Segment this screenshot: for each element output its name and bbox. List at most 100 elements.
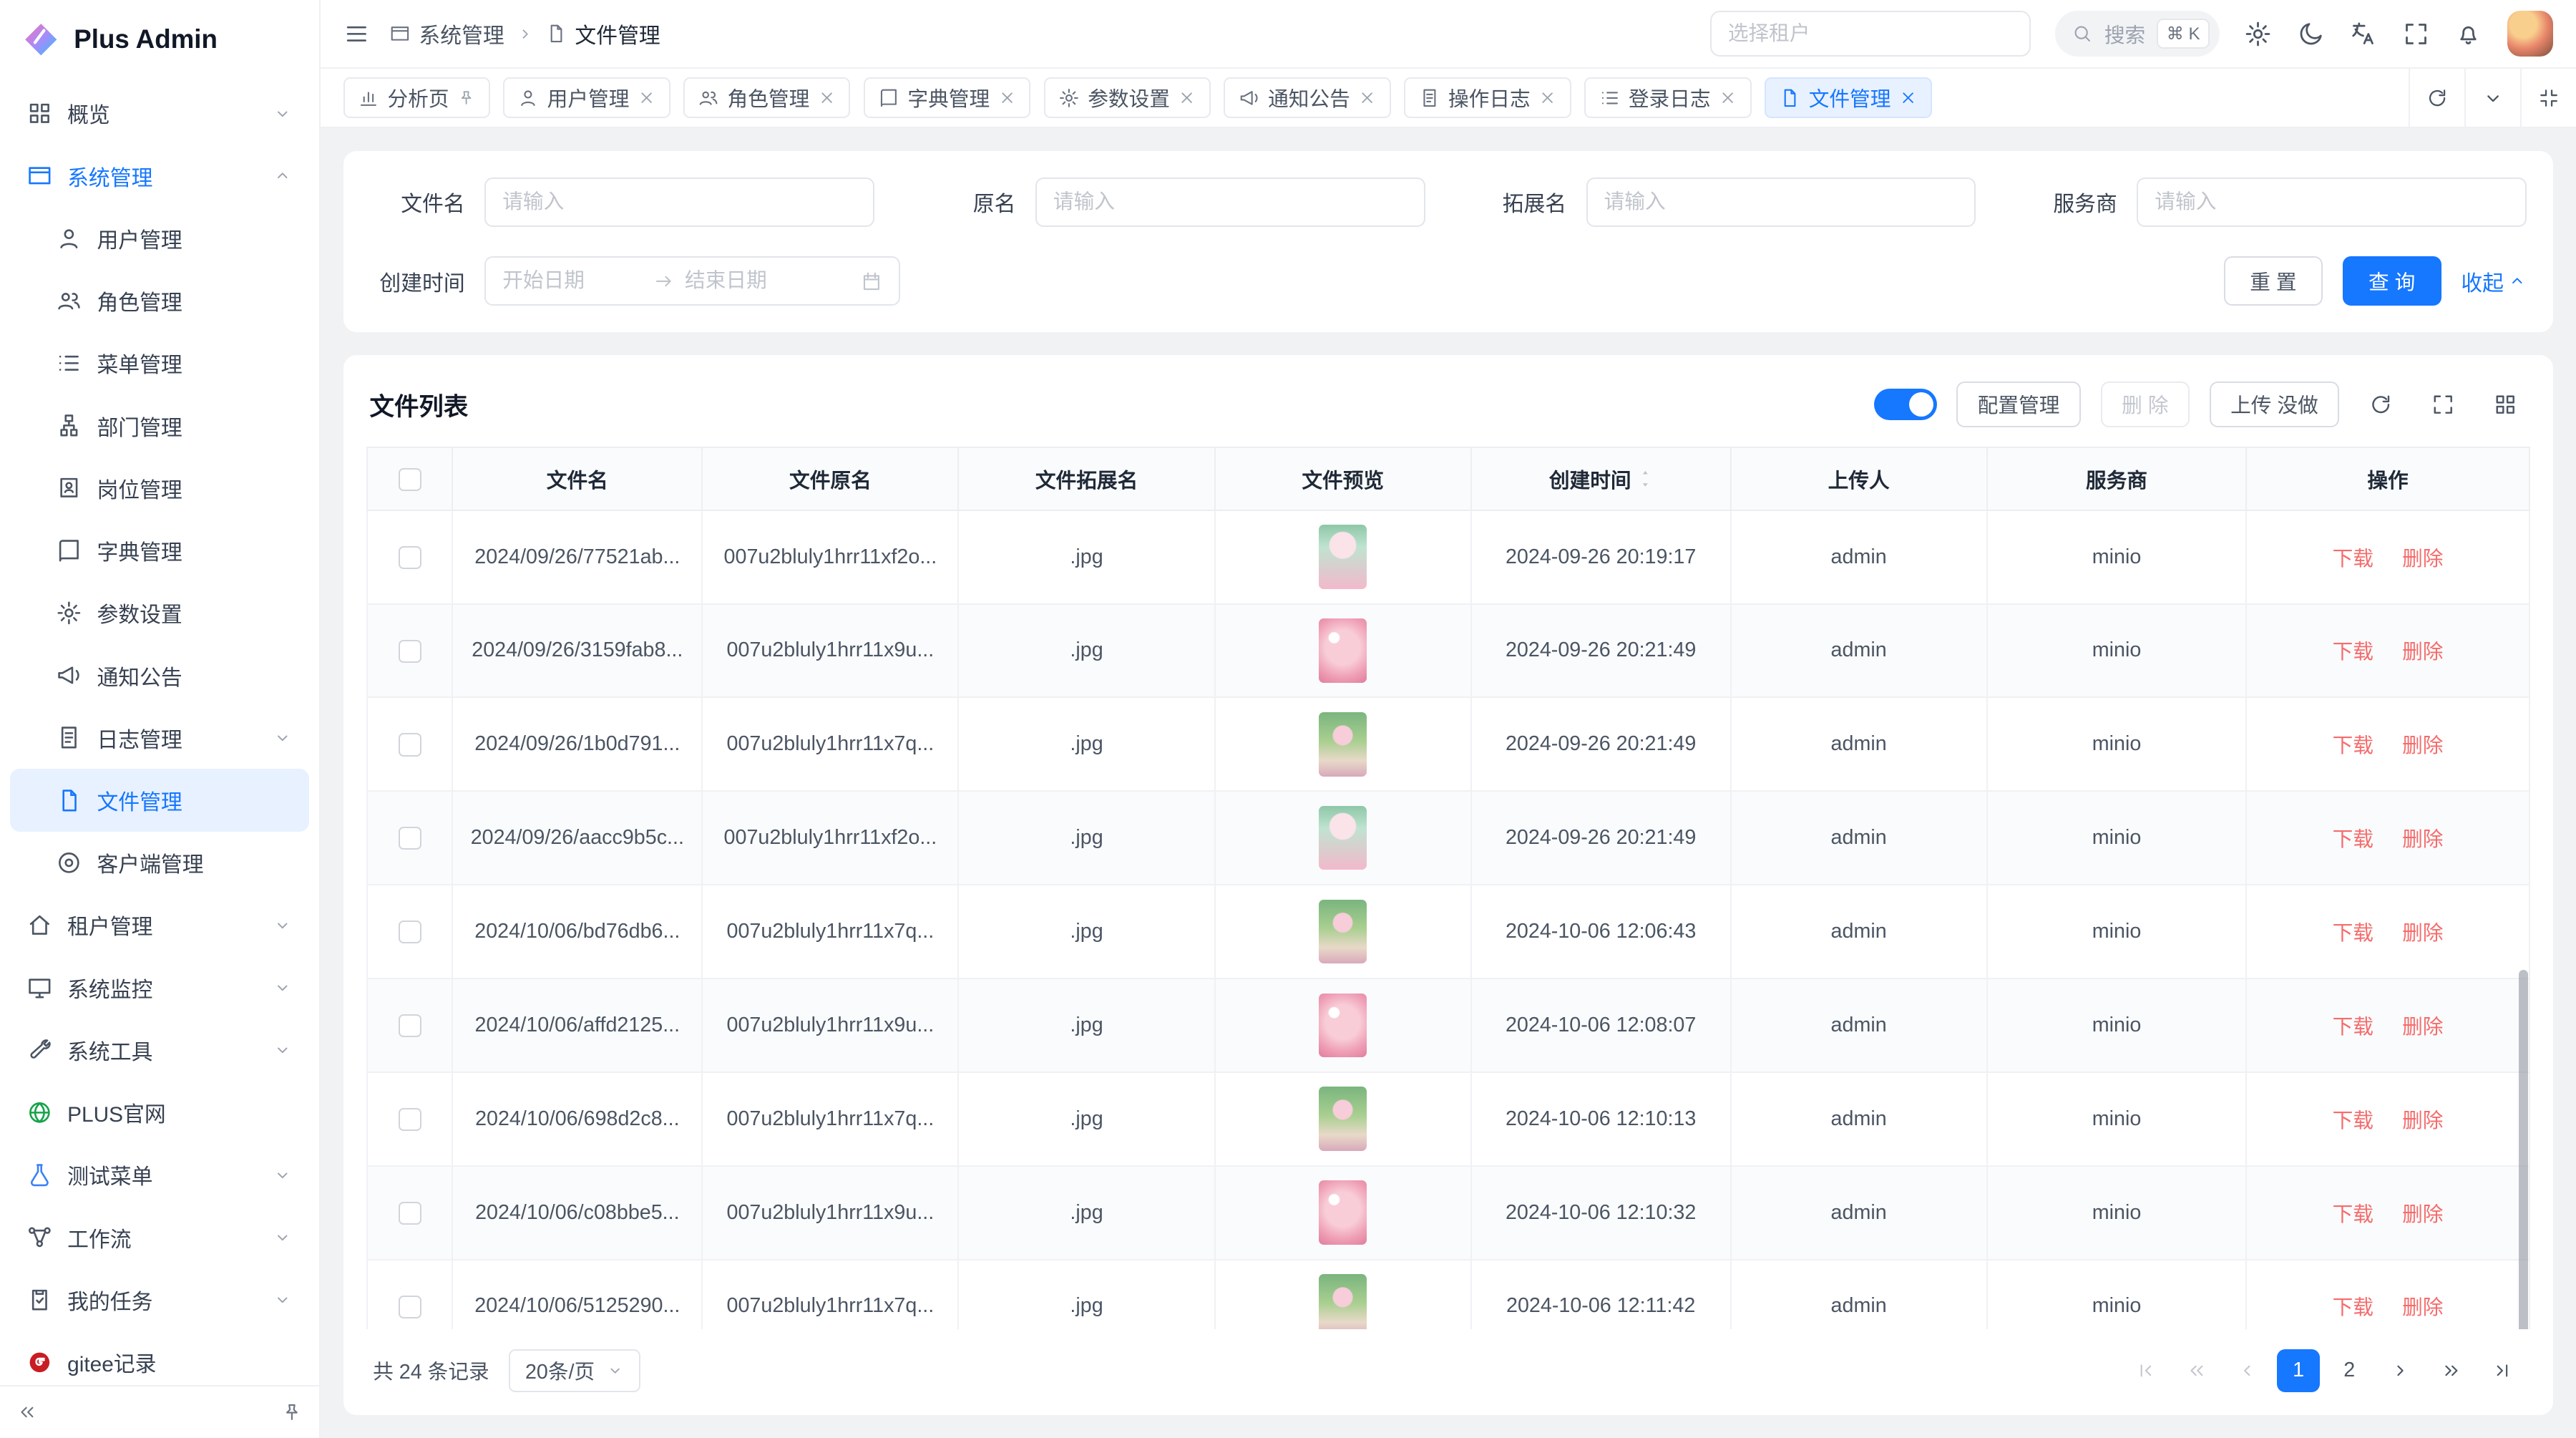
dark-mode-moon-icon[interactable] <box>2297 20 2325 48</box>
row-checkbox[interactable] <box>399 1202 421 1225</box>
delete-link[interactable]: 删除 <box>2402 922 2443 945</box>
table-scrollbar[interactable] <box>2519 970 2529 1330</box>
sidebar-item-system-tools[interactable]: 系统工具 <box>10 1019 309 1081</box>
original-name-filter-input[interactable] <box>1035 178 1425 227</box>
sidebar-item-department-management[interactable]: 部门管理 <box>10 394 309 457</box>
tab-login-log[interactable]: 登录日志 <box>1584 77 1752 118</box>
hamburger-menu-icon[interactable] <box>343 21 370 47</box>
fullscreen-table-icon[interactable] <box>2421 383 2464 426</box>
sidebar-item-user-management[interactable]: 用户管理 <box>10 207 309 269</box>
refresh-tab-icon[interactable] <box>2409 69 2464 127</box>
jump-forward-button[interactable] <box>2430 1349 2473 1392</box>
sidebar-item-test-menu[interactable]: 测试菜单 <box>10 1144 309 1206</box>
tab-operation-log[interactable]: 操作日志 <box>1404 77 1571 118</box>
breadcrumb-file-management[interactable]: 文件管理 <box>545 18 660 49</box>
search-button[interactable]: 查 询 <box>2343 256 2441 306</box>
pin-icon[interactable] <box>457 89 475 107</box>
fullscreen-icon[interactable] <box>2402 20 2430 48</box>
tab-notice[interactable]: 通知公告 <box>1224 77 1391 118</box>
global-search[interactable]: 搜索 ⌘ K <box>2055 11 2220 57</box>
delete-link[interactable]: 删除 <box>2402 1203 2443 1226</box>
download-link[interactable]: 下载 <box>2333 922 2373 945</box>
tab-menu-chevron-icon[interactable] <box>2464 69 2520 127</box>
exit-fullscreen-icon[interactable] <box>2520 69 2576 127</box>
config-toggle-switch[interactable] <box>1874 389 1936 420</box>
sort-icon[interactable] <box>1638 469 1653 489</box>
next-page-button[interactable] <box>2379 1349 2422 1392</box>
delete-link[interactable]: 删除 <box>2402 1016 2443 1039</box>
upload-button[interactable]: 上传 没做 <box>2210 382 2340 427</box>
row-checkbox[interactable] <box>399 920 421 943</box>
close-icon[interactable] <box>1538 89 1556 107</box>
sidebar-item-dict-management[interactable]: 字典管理 <box>10 519 309 581</box>
column-settings-icon[interactable] <box>2484 383 2527 426</box>
jump-back-button[interactable] <box>2175 1349 2218 1392</box>
sidebar-item-client-management[interactable]: 客户端管理 <box>10 832 309 894</box>
extension-filter-input[interactable] <box>1586 178 1976 227</box>
file-preview-image[interactable] <box>1319 618 1367 683</box>
row-checkbox[interactable] <box>399 1014 421 1037</box>
close-icon[interactable] <box>818 89 836 107</box>
sidebar-item-notice[interactable]: 通知公告 <box>10 644 309 706</box>
end-date-input[interactable] <box>685 269 826 293</box>
file-preview-image[interactable] <box>1319 712 1367 777</box>
first-page-button[interactable] <box>2124 1349 2167 1392</box>
file-preview-image[interactable] <box>1319 806 1367 870</box>
delete-link[interactable]: 删除 <box>2402 734 2443 757</box>
row-checkbox[interactable] <box>399 546 421 569</box>
sidebar-item-menu-management[interactable]: 菜单管理 <box>10 332 309 394</box>
file-preview-image[interactable] <box>1319 900 1367 964</box>
download-link[interactable]: 下载 <box>2333 1109 2373 1132</box>
settings-gear-icon[interactable] <box>2244 20 2272 48</box>
download-link[interactable]: 下载 <box>2333 828 2373 851</box>
collapse-sidebar-icon[interactable] <box>16 1401 38 1423</box>
close-icon[interactable] <box>1899 89 1917 107</box>
sidebar-item-role-management[interactable]: 角色管理 <box>10 269 309 331</box>
download-link[interactable]: 下载 <box>2333 1296 2373 1319</box>
row-checkbox[interactable] <box>399 733 421 756</box>
col-create-time[interactable]: 创建时间 <box>1471 447 1731 510</box>
close-icon[interactable] <box>1178 89 1196 107</box>
close-icon[interactable] <box>1358 89 1376 107</box>
language-icon[interactable] <box>2349 20 2377 48</box>
tab-analysis[interactable]: 分析页 <box>343 77 490 118</box>
tab-param-settings[interactable]: 参数设置 <box>1044 77 1211 118</box>
close-icon[interactable] <box>638 89 655 107</box>
sidebar-item-file-management[interactable]: 文件管理 <box>10 769 309 831</box>
collapse-filters-link[interactable]: 收起 <box>2461 266 2527 297</box>
file-preview-image[interactable] <box>1319 1274 1367 1329</box>
download-link[interactable]: 下载 <box>2333 734 2373 757</box>
page-button-1[interactable]: 1 <box>2277 1349 2320 1392</box>
download-link[interactable]: 下载 <box>2333 548 2373 570</box>
sidebar-item-tenant-management[interactable]: 租户管理 <box>10 894 309 956</box>
sidebar-item-overview[interactable]: 概览 <box>10 82 309 145</box>
reset-button[interactable]: 重 置 <box>2224 256 2323 306</box>
download-link[interactable]: 下载 <box>2333 1016 2373 1039</box>
row-checkbox[interactable] <box>399 1296 421 1318</box>
file-preview-image[interactable] <box>1319 1180 1367 1245</box>
file-preview-image[interactable] <box>1319 994 1367 1058</box>
row-checkbox[interactable] <box>399 1108 421 1131</box>
delete-link[interactable]: 删除 <box>2402 1296 2443 1319</box>
sidebar-item-plus-website[interactable]: PLUS官网 <box>10 1082 309 1144</box>
prev-page-button[interactable] <box>2226 1349 2269 1392</box>
delete-link[interactable]: 删除 <box>2402 1109 2443 1132</box>
filename-filter-input[interactable] <box>484 178 874 227</box>
tab-file-management[interactable]: 文件管理 <box>1765 77 1932 118</box>
sidebar-item-gitee[interactable]: gitee记录 <box>10 1331 309 1385</box>
tab-user-management[interactable]: 用户管理 <box>503 77 670 118</box>
last-page-button[interactable] <box>2481 1349 2524 1392</box>
row-checkbox[interactable] <box>399 640 421 663</box>
pin-sidebar-icon[interactable] <box>281 1401 303 1423</box>
notifications-bell-icon[interactable] <box>2454 20 2482 48</box>
config-management-button[interactable]: 配置管理 <box>1956 382 2081 427</box>
sidebar-item-workflow[interactable]: 工作流 <box>10 1206 309 1268</box>
file-preview-image[interactable] <box>1319 1087 1367 1151</box>
sidebar-item-my-tasks[interactable]: 我的任务 <box>10 1268 309 1331</box>
date-range-picker[interactable] <box>484 256 900 306</box>
select-all-checkbox[interactable] <box>399 468 421 491</box>
provider-filter-input[interactable] <box>2137 178 2527 227</box>
tenant-select[interactable] <box>1710 11 2031 57</box>
delete-link[interactable]: 删除 <box>2402 548 2443 570</box>
tab-role-management[interactable]: 角色管理 <box>683 77 851 118</box>
